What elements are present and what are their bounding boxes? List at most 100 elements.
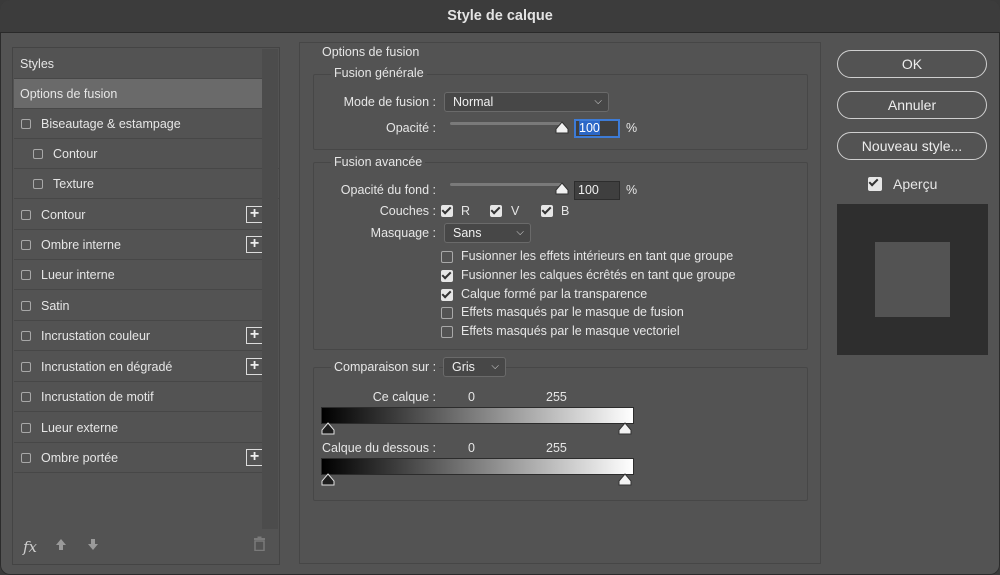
- sidebar-checkbox[interactable]: [21, 422, 31, 433]
- sidebar-scrollbar[interactable]: [262, 49, 278, 529]
- preview-checkbox[interactable]: [868, 177, 882, 191]
- knockout-dropdown[interactable]: Sans ⌵: [444, 223, 531, 243]
- plus-icon[interactable]: +: [246, 449, 263, 466]
- sidebar-item-styles[interactable]: Styles: [14, 49, 266, 79]
- blend-mode-value: Normal: [453, 95, 494, 109]
- this-layer-min: 0: [468, 390, 475, 404]
- channel-v-checkbox[interactable]: [490, 205, 502, 217]
- sidebar-item-label: Ombre interne: [41, 237, 121, 252]
- option-checkbox-vector-mask[interactable]: [441, 326, 453, 338]
- channel-b-checkbox[interactable]: [541, 205, 553, 217]
- sidebar-item-bevel-emboss[interactable]: Biseautage & estampage: [14, 109, 267, 139]
- new-style-button[interactable]: Nouveau style...: [837, 132, 987, 160]
- this-layer-black-slider[interactable]: [321, 422, 335, 435]
- fill-opacity-unit: %: [626, 183, 638, 197]
- sidebar-checkbox[interactable]: [33, 148, 43, 159]
- plus-icon[interactable]: +: [246, 358, 263, 375]
- opacity-input[interactable]: 100: [574, 119, 620, 138]
- sidebar-checkbox[interactable]: [21, 300, 31, 311]
- channels-label: Couches :: [379, 204, 436, 218]
- sidebar-item-label: Incrustation de motif: [41, 389, 154, 404]
- layer-style-dialog: Style de calque Styles Options de fusion…: [0, 0, 1000, 575]
- opacity-unit: %: [626, 121, 638, 135]
- this-layer-gradient-bar[interactable]: [321, 407, 634, 424]
- underlying-layer-white-slider[interactable]: [618, 473, 632, 486]
- section-title: Options de fusion: [322, 45, 420, 59]
- sidebar-checkbox[interactable]: [21, 330, 31, 341]
- sidebar-checkbox[interactable]: [21, 209, 31, 220]
- channel-r-checkbox[interactable]: [441, 205, 453, 217]
- option-checkbox-transparency-shapes[interactable]: [441, 289, 453, 301]
- blend-if-value: Gris: [452, 360, 475, 374]
- this-layer-label: Ce calque :: [372, 390, 436, 404]
- trash-icon[interactable]: [253, 536, 266, 555]
- sidebar-item-inner-shadow[interactable]: Ombre interne +: [14, 230, 267, 260]
- sidebar-item-pattern-overlay[interactable]: Incrustation de motif: [14, 382, 267, 412]
- sidebar-checkbox[interactable]: [21, 452, 31, 463]
- sidebar-checkbox[interactable]: [33, 178, 43, 189]
- sidebar-item-color-overlay[interactable]: Incrustation couleur +: [14, 321, 267, 351]
- this-layer-white-slider[interactable]: [618, 422, 632, 435]
- option-checkbox-clipped-layers[interactable]: [441, 270, 453, 282]
- plus-icon[interactable]: +: [246, 236, 263, 253]
- opacity-slider[interactable]: [450, 122, 562, 125]
- sidebar-item-label: Lueur externe: [41, 420, 119, 435]
- blend-mode-dropdown[interactable]: Normal ⌵: [444, 92, 609, 112]
- opacity-slider-thumb[interactable]: [555, 121, 569, 134]
- option-label: Fusionner les effets intérieurs en tant …: [461, 249, 734, 263]
- sidebar-item-label: Satin: [41, 298, 70, 313]
- sidebar-item-stroke[interactable]: Contour +: [14, 200, 267, 230]
- underlying-layer-label: Calque du dessous :: [322, 441, 436, 455]
- styles-list-panel: Styles Options de fusion Biseautage & es…: [12, 47, 280, 565]
- sidebar-item-gradient-overlay[interactable]: Incrustation en dégradé +: [14, 352, 267, 382]
- chevron-down-icon: ⌵: [491, 361, 499, 372]
- sidebar-checkbox[interactable]: [21, 391, 31, 402]
- option-label: Effets masqués par le masque vectoriel: [461, 324, 680, 338]
- opacity-label: Opacité :: [385, 121, 436, 135]
- sidebar-footer: fx: [13, 532, 279, 564]
- channel-v-label: V: [511, 204, 520, 218]
- sidebar-item-drop-shadow[interactable]: Ombre portée +: [14, 443, 267, 473]
- sidebar-item-outer-glow[interactable]: Lueur externe: [14, 413, 267, 443]
- plus-icon[interactable]: +: [246, 206, 263, 223]
- sidebar-checkbox[interactable]: [21, 361, 31, 372]
- sidebar-checkbox[interactable]: [21, 118, 31, 129]
- sidebar-item-texture[interactable]: Texture: [14, 169, 279, 199]
- sidebar-item-contour-sub[interactable]: Contour: [14, 139, 279, 169]
- sidebar-item-label: Contour: [53, 146, 98, 161]
- arrow-down-icon[interactable]: [87, 538, 99, 554]
- fill-opacity-slider[interactable]: [450, 183, 562, 186]
- preview-label: Aperçu: [893, 176, 938, 192]
- general-blending-title: Fusion générale: [331, 66, 427, 80]
- option-checkbox-layer-mask[interactable]: [441, 307, 453, 319]
- blend-if-dropdown[interactable]: Gris ⌵: [443, 357, 506, 377]
- arrow-up-icon[interactable]: [55, 538, 67, 554]
- fill-opacity-value: 100: [578, 183, 599, 197]
- chevron-down-icon: ⌵: [594, 96, 602, 107]
- sidebar-item-label: Texture: [53, 176, 94, 191]
- underlying-layer-gradient-bar[interactable]: [321, 458, 634, 475]
- blend-if-label: Comparaison sur :: [331, 360, 440, 374]
- fx-icon[interactable]: fx: [23, 538, 37, 556]
- option-label: Calque formé par la transparence: [461, 287, 648, 301]
- fill-opacity-label: Opacité du fond :: [340, 183, 436, 197]
- plus-icon[interactable]: +: [246, 327, 263, 344]
- underlying-layer-max: 255: [546, 441, 567, 455]
- channel-r-label: R: [461, 204, 471, 218]
- option-checkbox-inner-effects[interactable]: [441, 251, 453, 263]
- sidebar-item-label: Contour: [41, 207, 86, 222]
- underlying-layer-black-slider[interactable]: [321, 473, 335, 486]
- sidebar-item-satin[interactable]: Satin: [14, 291, 267, 321]
- sidebar-checkbox[interactable]: [21, 269, 31, 280]
- fill-opacity-slider-thumb[interactable]: [555, 182, 569, 195]
- opacity-value: 100: [579, 121, 600, 135]
- ok-button[interactable]: OK: [837, 50, 987, 78]
- sidebar-item-inner-glow[interactable]: Lueur interne: [14, 260, 267, 290]
- general-blending-group: [313, 74, 808, 150]
- option-label: Fusionner les calques écrêtés en tant qu…: [461, 268, 736, 282]
- this-layer-max: 255: [546, 390, 567, 404]
- sidebar-checkbox[interactable]: [21, 239, 31, 250]
- sidebar-item-blending-options[interactable]: Options de fusion: [14, 79, 266, 109]
- cancel-button[interactable]: Annuler: [837, 91, 987, 119]
- fill-opacity-input[interactable]: 100: [574, 181, 620, 200]
